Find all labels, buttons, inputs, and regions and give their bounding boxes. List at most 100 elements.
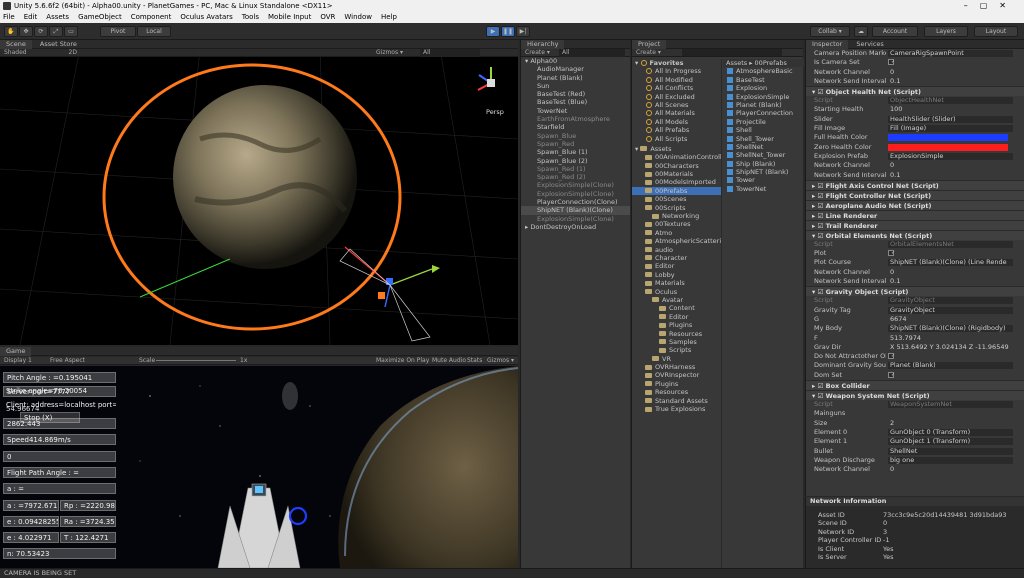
property-value[interactable]: 0.1 bbox=[888, 77, 900, 85]
maximize-on-play-toggle[interactable]: Maximize On Play bbox=[376, 357, 429, 365]
component-aeroplane-audio[interactable]: ▸ ☑ Aeroplane Audio Net (Script) bbox=[806, 199, 1024, 210]
menu-edit[interactable]: Edit bbox=[24, 12, 38, 23]
component-weapon-system-net[interactable]: ▾ ☑ Weapon System Net (Script) bbox=[806, 390, 1024, 401]
hierarchy-item[interactable]: PlayerConnection(Clone) bbox=[521, 198, 630, 206]
local-toggle[interactable]: Local bbox=[137, 26, 171, 37]
property-value[interactable] bbox=[888, 410, 890, 417]
favorite-item[interactable]: All Prefabs bbox=[632, 126, 721, 134]
folder-item[interactable]: Content bbox=[632, 304, 721, 312]
property-checkbox[interactable]: ✓ bbox=[888, 371, 895, 378]
scene-search-input[interactable]: All bbox=[420, 49, 480, 57]
hierarchy-item[interactable]: Planet (Blank) bbox=[521, 74, 630, 82]
component-flight-controller[interactable]: ▸ ☑ Flight Controller Net (Script) bbox=[806, 189, 1024, 200]
property-object-field[interactable]: GunObject 1 (Transform) bbox=[888, 438, 1013, 446]
component-gravity-object[interactable]: ▾ ☑ Gravity Object (Script) bbox=[806, 286, 1024, 297]
aspect-dropdown[interactable]: Free Aspect bbox=[50, 357, 85, 365]
folder-item[interactable]: Resources bbox=[632, 330, 721, 338]
hierarchy-item[interactable]: Spawn_Red (1) bbox=[521, 165, 630, 173]
favorite-item[interactable]: All Scripts bbox=[632, 135, 721, 143]
tab-services[interactable]: Services bbox=[850, 40, 889, 49]
tab-scene[interactable]: Scene bbox=[0, 40, 32, 49]
folder-item[interactable]: True Explosions bbox=[632, 405, 721, 413]
property-object-field[interactable]: Planet (Blank) bbox=[888, 362, 1013, 370]
folder-item[interactable]: Oculus bbox=[632, 288, 721, 296]
menu-tools[interactable]: Tools bbox=[242, 12, 259, 23]
orientation-gizmo[interactable] bbox=[477, 67, 495, 91]
full-health-color-swatch[interactable] bbox=[888, 134, 1008, 142]
property-object-field[interactable]: CameraRigSpawnPoint bbox=[888, 50, 1013, 57]
hierarchy-item[interactable]: ExplosionSimple(Clone) bbox=[521, 190, 630, 198]
menu-oculus-avatars[interactable]: Oculus Avatars bbox=[180, 12, 232, 23]
component-object-health-net[interactable]: ▾ ☑ Object Health Net (Script) bbox=[806, 86, 1024, 97]
prefab-item[interactable]: Shell_Tower bbox=[723, 135, 804, 143]
favorite-item[interactable]: All Models bbox=[632, 118, 721, 126]
property-value[interactable]: 0 bbox=[888, 268, 894, 276]
hierarchy-item[interactable]: BaseTest (Blue) bbox=[521, 98, 630, 106]
prefab-item[interactable]: Ship (Blank) bbox=[723, 160, 804, 168]
menu-help[interactable]: Help bbox=[381, 12, 397, 23]
property-object-field[interactable]: GravityObject bbox=[888, 297, 1013, 305]
folder-item[interactable]: Networking bbox=[632, 212, 721, 220]
folder-item[interactable]: 00ModelsImported bbox=[632, 178, 721, 186]
prefab-item[interactable]: Tower bbox=[723, 176, 804, 184]
property-value[interactable]: 0 bbox=[888, 68, 894, 76]
stats-toggle[interactable]: Stats bbox=[467, 357, 482, 365]
folder-item[interactable]: Resources bbox=[632, 388, 721, 396]
cloud-icon[interactable]: ☁ bbox=[854, 26, 868, 37]
folder-item[interactable]: Character bbox=[632, 254, 721, 262]
tab-hierarchy[interactable]: Hierarchy bbox=[521, 40, 565, 49]
component-line-renderer[interactable]: ▸ ☑ Line Renderer bbox=[806, 209, 1024, 220]
dont-destroy-on-load[interactable]: ▸ DontDestroyOnLoad bbox=[521, 223, 630, 231]
prefab-item[interactable]: ShellNet_Tower bbox=[723, 151, 804, 159]
hierarchy-item[interactable]: TowerNet bbox=[521, 107, 630, 115]
folder-item[interactable]: 00Characters bbox=[632, 162, 721, 170]
folder-item[interactable]: Samples bbox=[632, 338, 721, 346]
property-checkbox[interactable]: ✓ bbox=[888, 353, 895, 360]
folder-item[interactable]: 00Prefabs bbox=[632, 186, 721, 196]
tab-project[interactable]: Project bbox=[632, 40, 667, 49]
folder-item[interactable]: VR bbox=[632, 355, 721, 363]
scene-gizmos-dropdown[interactable]: Gizmos ▾ bbox=[376, 49, 403, 57]
folder-item[interactable]: 00Scenes bbox=[632, 195, 721, 203]
2d-toggle[interactable]: 2D bbox=[69, 49, 77, 56]
property-value[interactable]: 0.1 bbox=[888, 278, 900, 285]
component-flight-axis-control[interactable]: ▸ ☑ Flight Axis Control Net (Script) bbox=[806, 179, 1024, 190]
rect-tool-icon[interactable]: ▭ bbox=[64, 26, 78, 37]
favorite-item[interactable]: All In Progress bbox=[632, 67, 721, 75]
tab-inspector[interactable]: Inspector bbox=[806, 40, 849, 49]
property-checkbox[interactable]: ✓ bbox=[888, 250, 895, 257]
hierarchy-item[interactable]: ShipNET (Blank)(Clone) bbox=[521, 206, 630, 215]
hierarchy-item[interactable]: ExplosionSimple(Clone) bbox=[521, 215, 630, 223]
property-value[interactable]: 2 bbox=[888, 419, 894, 427]
hierarchy-item[interactable]: ExplosionSimple(Clone) bbox=[521, 181, 630, 189]
folder-item[interactable]: Plugins bbox=[632, 321, 721, 329]
collab-button[interactable]: Collab ▾ bbox=[810, 26, 850, 37]
layers-dropdown[interactable]: Layers bbox=[924, 26, 968, 37]
component-box-collider[interactable]: ▸ ☑ Box Collider bbox=[806, 380, 1024, 391]
folder-item[interactable]: 00Scripts bbox=[632, 204, 721, 212]
folder-item[interactable]: Plugins bbox=[632, 380, 721, 388]
menu-gameobject[interactable]: GameObject bbox=[78, 12, 122, 23]
property-object-field[interactable]: OrbitalElementsNet bbox=[888, 240, 1013, 248]
property-object-field[interactable]: ShipNET (Blank)(Clone) (Line Rende bbox=[888, 259, 1013, 267]
menu-assets[interactable]: Assets bbox=[46, 12, 69, 23]
assets-root[interactable]: ▾ Assets bbox=[632, 145, 721, 153]
prefab-item[interactable]: Shell bbox=[723, 126, 804, 134]
property-object-field[interactable]: HealthSlider (Slider) bbox=[888, 115, 1013, 123]
game-view[interactable]: Pitch Angle : =0.195041 Server port=7777… bbox=[0, 366, 518, 568]
folder-item[interactable]: OVRHarness bbox=[632, 363, 721, 371]
prefab-item[interactable]: ShipNET (Blank) bbox=[723, 168, 804, 176]
step-button[interactable]: ▶| bbox=[516, 26, 530, 37]
folder-item[interactable]: Scripts bbox=[632, 346, 721, 354]
property-object-field[interactable]: ShipNET (Blank)(Clone) (Rigidbody) bbox=[888, 325, 1013, 333]
hierarchy-item[interactable]: Spawn_Red bbox=[521, 140, 630, 148]
prefab-item[interactable]: ShellNet bbox=[723, 143, 804, 151]
project-create-button[interactable]: Create ▾ bbox=[636, 49, 661, 56]
property-value[interactable]: 0 bbox=[888, 466, 894, 473]
display-dropdown[interactable]: Display 1 bbox=[4, 357, 32, 364]
property-object-field[interactable]: ShellNet bbox=[888, 447, 1013, 455]
tab-asset-store[interactable]: Asset Store bbox=[34, 40, 83, 49]
tab-game[interactable]: Game bbox=[0, 347, 32, 356]
property-value[interactable]: 513.7974 bbox=[888, 334, 921, 342]
folder-item[interactable]: 00Materials bbox=[632, 170, 721, 178]
